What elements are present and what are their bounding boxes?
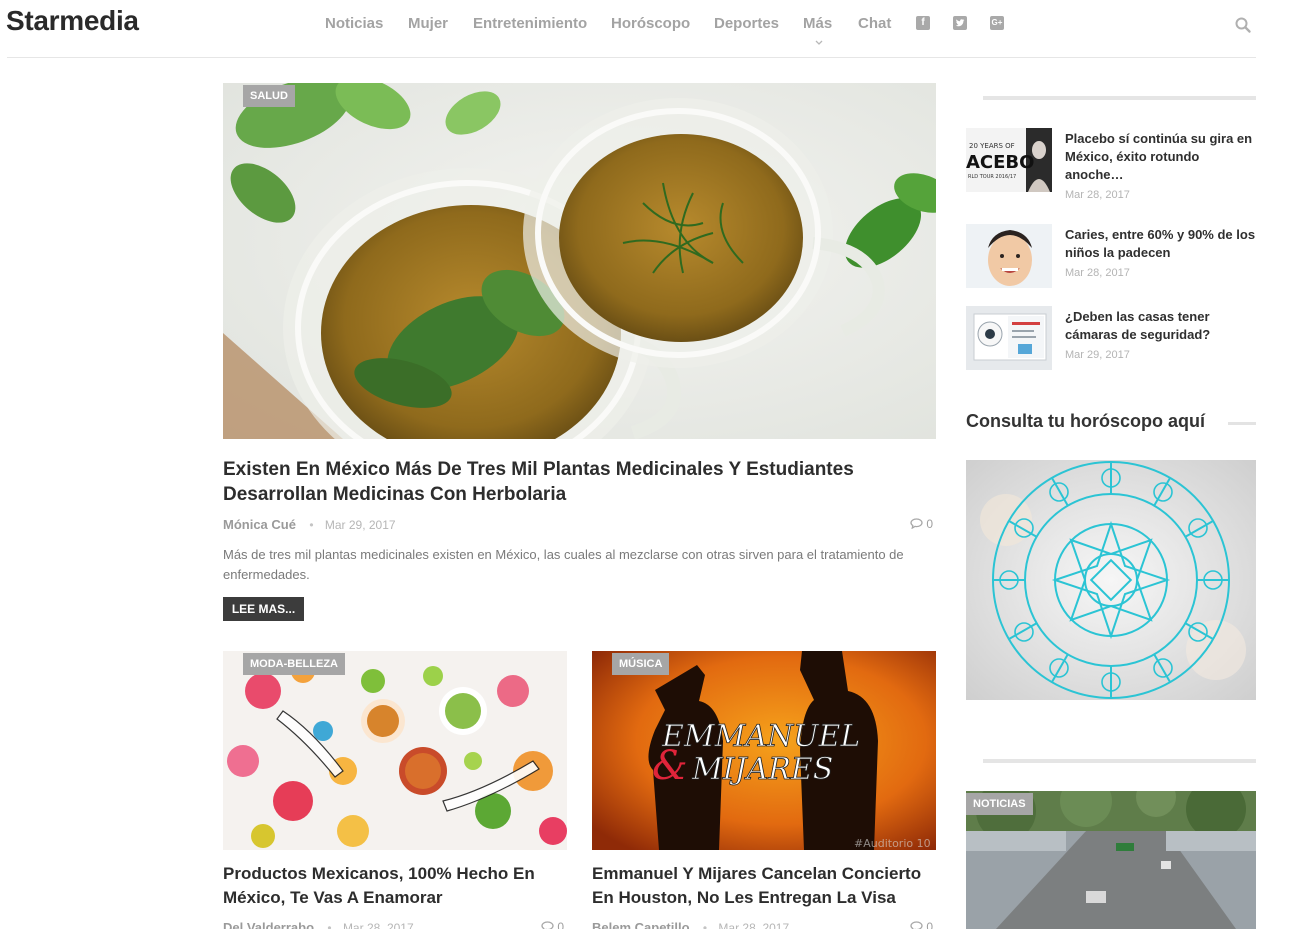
read-more-button[interactable]: LEE MAS... — [223, 597, 304, 621]
thumb-text-3: RLD TOUR 2016/17 — [968, 174, 1016, 180]
card-title[interactable]: Productos Mexicanos, 100% Hecho En Méxic… — [223, 862, 567, 910]
card-meta: Del Valderrabo • Mar 28, 2017 — [223, 920, 414, 929]
thumb-text-1: 20 YEARS OF — [969, 142, 1015, 150]
ampersand-icon: & — [652, 743, 688, 789]
nav-item-noticias[interactable]: Noticias — [325, 15, 383, 32]
category-tag[interactable]: MÚSICA — [612, 653, 670, 675]
nav-item-deportes[interactable]: Deportes — [714, 15, 779, 32]
comment-icon — [541, 921, 554, 929]
sidebar-news-image[interactable]: NOTICIAS — [966, 791, 1256, 929]
comments-count[interactable]: 0 — [541, 920, 564, 929]
poster-text-mijares: MIJARES — [691, 752, 833, 787]
comment-icon — [910, 921, 923, 929]
chevron-down-icon — [815, 40, 823, 45]
sidebar-post-date: Mar 29, 2017 — [1065, 349, 1130, 361]
sidebar-post-date: Mar 28, 2017 — [1065, 189, 1130, 201]
horoscope-banner[interactable] — [966, 460, 1256, 700]
category-tag[interactable]: NOTICIAS — [966, 793, 1033, 815]
featured-title[interactable]: Existen En México Más De Tres Mil Planta… — [223, 457, 936, 507]
sidebar-thumb-camera — [966, 306, 1052, 370]
mexican-products-image — [223, 651, 567, 850]
nav-item-chat[interactable]: Chat — [858, 15, 891, 32]
heading-accent-line — [1228, 422, 1256, 425]
herbal-tea-image — [223, 83, 936, 439]
site-header: Starmedia Noticias Mujer Entretenimiento… — [0, 0, 1292, 58]
sidebar-divider — [983, 759, 1256, 763]
concert-poster-image: EMMANUEL MIJARES & #Auditorio 10 — [592, 651, 936, 850]
category-tag[interactable]: SALUD — [243, 85, 295, 107]
horoscope-heading: Consulta tu horóscopo aquí — [966, 411, 1205, 431]
post-date: Mar 29, 2017 — [324, 518, 396, 532]
google-plus-icon[interactable]: G+ — [990, 16, 1004, 30]
author-name[interactable]: Mónica Cué — [223, 517, 296, 532]
featured-meta: Mónica Cué • Mar 29, 2017 — [223, 517, 396, 532]
nav-item-mas[interactable]: Más — [803, 15, 832, 32]
sidebar-post-date: Mar 28, 2017 — [1065, 267, 1130, 279]
sidebar-post[interactable]: 20 YEARS OF ACEBO RLD TOUR 2016/17 Place… — [966, 128, 1257, 201]
card-title[interactable]: Emmanuel Y Mijares Cancelan Concierto En… — [592, 862, 936, 910]
card-image-mexican-products[interactable]: MODA-BELLEZA — [223, 651, 567, 850]
sidebar-divider — [983, 96, 1256, 100]
comments-count[interactable]: 0 — [910, 920, 933, 929]
post-date: Mar 28, 2017 — [342, 921, 414, 929]
sidebar-thumb-caries — [966, 224, 1052, 288]
site-logo[interactable]: Starmedia — [6, 5, 139, 37]
author-name[interactable]: Belem Capetillo — [592, 920, 690, 929]
featured-excerpt: Más de tres mil plantas medicinales exis… — [223, 547, 904, 582]
card-meta: Belem Capetillo • Mar 28, 2017 — [592, 920, 789, 929]
sidebar-post-title[interactable]: ¿Deben las casas tener cámaras de seguri… — [1065, 308, 1257, 344]
comments-count[interactable]: 0 — [910, 517, 933, 531]
facebook-icon[interactable]: f — [916, 16, 930, 30]
poster-text-emmanuel: EMMANUEL — [661, 719, 860, 754]
nav-item-horoscopo[interactable]: Horóscopo — [611, 15, 690, 32]
sidebar-post-title[interactable]: Placebo sí continúa su gira en México, é… — [1065, 130, 1257, 184]
post-date: Mar 28, 2017 — [718, 921, 790, 929]
sidebar-post-title[interactable]: Caries, entre 60% y 90% de los niños la … — [1065, 226, 1257, 262]
zodiac-wheel-image — [966, 460, 1256, 700]
author-name[interactable]: Del Valderrabo — [223, 920, 314, 929]
nav-item-mujer[interactable]: Mujer — [408, 15, 448, 32]
sidebar-thumb-placebo: 20 YEARS OF ACEBO RLD TOUR 2016/17 — [966, 128, 1052, 192]
header-divider — [7, 57, 1256, 58]
featured-image[interactable]: SALUD — [223, 83, 936, 439]
nav-item-entretenimiento[interactable]: Entretenimiento — [473, 15, 587, 32]
poster-hashtag: #Auditorio 10 — [854, 837, 931, 850]
sidebar-post[interactable]: ¿Deben las casas tener cámaras de seguri… — [966, 306, 1256, 376]
category-tag[interactable]: MODA-BELLEZA — [243, 653, 345, 675]
thumb-text-2: ACEBO — [966, 152, 1034, 173]
sidebar-post[interactable]: Caries, entre 60% y 90% de los niños la … — [966, 224, 1256, 294]
twitter-icon[interactable] — [953, 16, 967, 30]
search-icon[interactable] — [1234, 16, 1252, 34]
card-image-emmanuel-mijares[interactable]: EMMANUEL MIJARES & #Auditorio 10 MÚSICA — [592, 651, 936, 850]
comment-icon — [910, 518, 923, 530]
